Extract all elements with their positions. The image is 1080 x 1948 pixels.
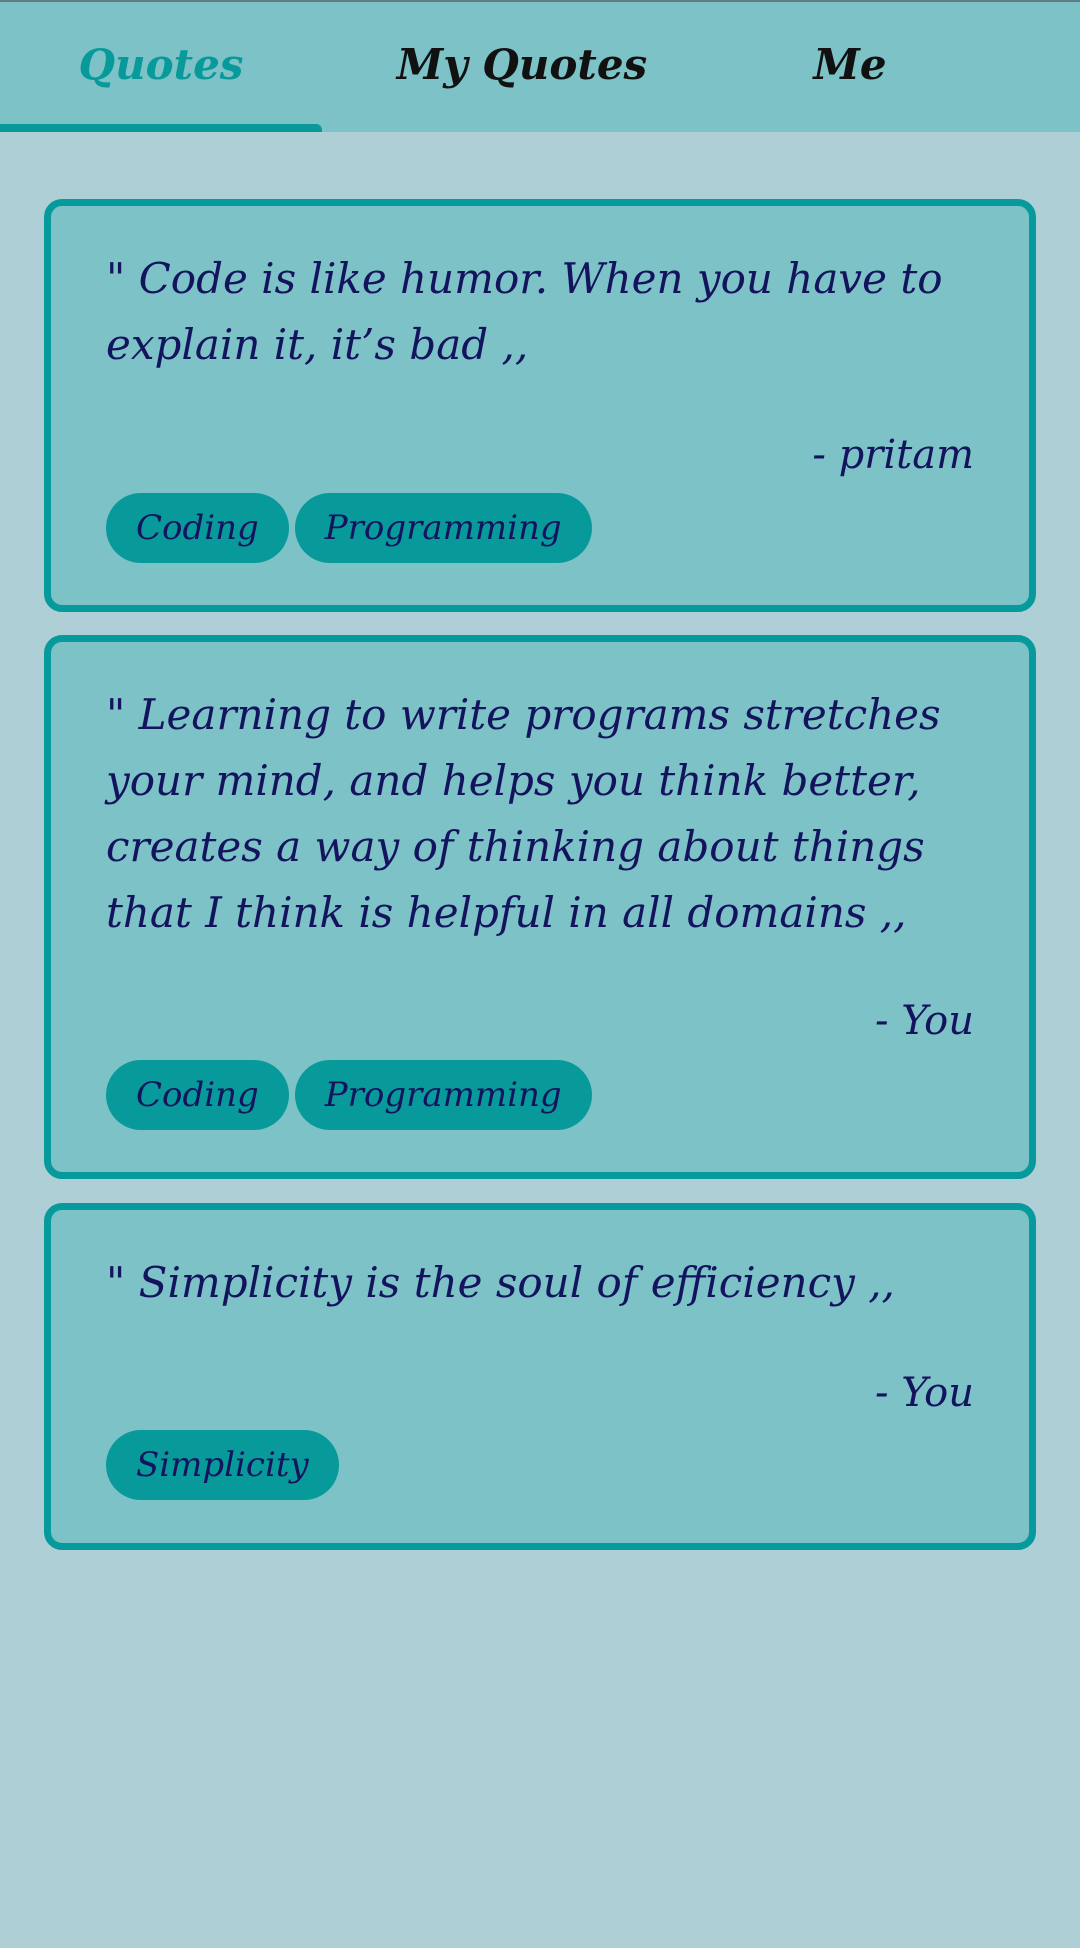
tag-chip[interactable]: Coding bbox=[106, 1060, 289, 1130]
tab-quotes-label: Quotes bbox=[78, 39, 244, 89]
quote-author: - You bbox=[874, 998, 974, 1044]
tag-chip[interactable]: Coding bbox=[106, 493, 289, 563]
tab-bar: Quotes My Quotes Me bbox=[0, 2, 1080, 132]
quote-text: " Code is like humor. When you have to e… bbox=[106, 254, 943, 369]
tag-chip[interactable]: Programming bbox=[294, 1060, 592, 1130]
active-tab-indicator bbox=[0, 124, 322, 132]
tab-my-quotes-label: My Quotes bbox=[396, 39, 648, 89]
tab-quotes[interactable]: Quotes bbox=[0, 2, 322, 132]
tab-me[interactable]: Me bbox=[730, 2, 970, 132]
quote-author: - You bbox=[874, 1370, 974, 1416]
tab-me-label: Me bbox=[813, 39, 887, 89]
tab-my-quotes[interactable]: My Quotes bbox=[362, 2, 682, 132]
tag-list: Coding Programming bbox=[106, 493, 592, 563]
tag-list: Simplicity bbox=[106, 1430, 339, 1500]
quote-card[interactable]: " Simplicity is the soul of efficiency ,… bbox=[44, 1203, 1036, 1550]
tag-chip[interactable]: Simplicity bbox=[106, 1430, 339, 1500]
quote-text: " Simplicity is the soul of efficiency ,… bbox=[106, 1258, 895, 1307]
quote-card[interactable]: " Code is like humor. When you have to e… bbox=[44, 199, 1036, 612]
quote-author: - pritam bbox=[812, 432, 974, 478]
quote-text: " Learning to write programs stretches y… bbox=[106, 690, 941, 937]
tag-list: Coding Programming bbox=[106, 1060, 592, 1130]
tag-chip[interactable]: Programming bbox=[294, 493, 592, 563]
quote-card[interactable]: " Learning to write programs stretches y… bbox=[44, 635, 1036, 1179]
